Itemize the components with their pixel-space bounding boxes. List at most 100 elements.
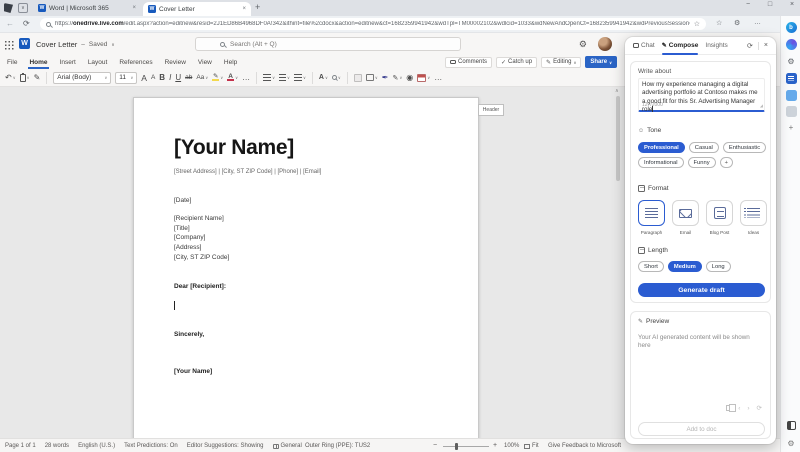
page-indicator[interactable]: Page 1 of 1 bbox=[5, 443, 36, 449]
next-draft-icon[interactable]: › bbox=[747, 405, 749, 412]
save-status[interactable]: Saved bbox=[89, 41, 107, 48]
close-icon[interactable]: × bbox=[132, 5, 136, 11]
search-input[interactable]: Search (Alt + Q) bbox=[195, 37, 461, 51]
word-count[interactable]: 28 words bbox=[45, 443, 69, 449]
undo-icon[interactable]: ↶ bbox=[5, 73, 12, 82]
strikethrough-icon[interactable]: ab bbox=[185, 74, 192, 81]
tab-compose[interactable]: ✎ Compose bbox=[661, 37, 698, 55]
fit-toggle[interactable]: Fit bbox=[524, 443, 539, 449]
tab-actions-icon[interactable]: ∨ bbox=[18, 3, 28, 13]
doc-contact-line[interactable]: [Street Address] | [City, ST ZIP Code] |… bbox=[174, 169, 321, 175]
tab-layout[interactable]: Layout bbox=[87, 56, 109, 69]
zoom-level[interactable]: 100% bbox=[504, 443, 519, 449]
doc-closing[interactable]: Sincerely, bbox=[174, 331, 204, 338]
format-painter-icon[interactable]: ✎ bbox=[34, 73, 41, 82]
doc-recipient-block[interactable]: [Recipient Name] [Title] [Company] [Addr… bbox=[174, 214, 229, 263]
tone-enthusiastic[interactable]: Enthusiastic bbox=[722, 142, 767, 153]
avatar[interactable] bbox=[598, 37, 612, 51]
browser-profile-icon[interactable] bbox=[4, 3, 13, 13]
tools-icon[interactable]: ⚙ bbox=[786, 56, 797, 67]
tone-informational[interactable]: Informational bbox=[638, 157, 684, 168]
editing-mode-button[interactable]: ✎ Editing ∨ bbox=[541, 56, 582, 68]
tone-casual[interactable]: Casual bbox=[688, 142, 719, 153]
back-icon[interactable]: ← bbox=[6, 19, 14, 28]
close-icon[interactable]: × bbox=[242, 6, 246, 12]
more-menu-icon[interactable]: … bbox=[754, 19, 761, 26]
copilot-icon[interactable] bbox=[785, 39, 797, 50]
drop-icon[interactable] bbox=[785, 106, 797, 117]
browser-essentials-icon[interactable]: ⚙ bbox=[734, 19, 740, 27]
font-name-select[interactable]: Arial (Body) ∨ bbox=[53, 71, 112, 84]
add-tone-button[interactable]: + bbox=[719, 157, 734, 168]
app-launcher-icon[interactable] bbox=[4, 40, 14, 50]
styles-icon[interactable]: A bbox=[319, 74, 324, 81]
font-size-select[interactable]: 11 ∨ bbox=[115, 71, 138, 84]
write-about-input[interactable]: How my experience managing a digital adv… bbox=[638, 78, 765, 113]
zoom-out-icon[interactable]: − bbox=[433, 442, 437, 449]
scroll-up-icon[interactable]: ∧ bbox=[615, 88, 619, 94]
align-icon[interactable] bbox=[293, 74, 302, 81]
regenerate-icon[interactable]: ⟳ bbox=[757, 404, 762, 412]
zoom-in-icon[interactable]: + bbox=[493, 442, 497, 449]
length-long[interactable]: Long bbox=[705, 261, 731, 272]
format-paragraph-tile[interactable] bbox=[638, 200, 665, 226]
transform-table-icon[interactable] bbox=[417, 73, 427, 82]
format-blogpost-tile[interactable] bbox=[706, 200, 733, 226]
tab-view[interactable]: View bbox=[197, 56, 213, 69]
draw-icon[interactable]: ✒ bbox=[382, 73, 389, 82]
add-to-doc-button[interactable]: Add to doc bbox=[638, 422, 765, 436]
resize-handle-icon[interactable]: ◢ bbox=[760, 102, 763, 110]
split-screen-icon[interactable] bbox=[786, 420, 797, 431]
paste-icon[interactable] bbox=[19, 72, 26, 82]
microsoft-365-icon[interactable] bbox=[785, 73, 797, 84]
bing-icon[interactable]: b bbox=[785, 22, 797, 33]
collections-icon[interactable]: ☆ bbox=[716, 19, 722, 27]
catch-up-button[interactable]: ✓ Catch up bbox=[496, 56, 538, 68]
doc-signature[interactable]: [Your Name] bbox=[174, 368, 212, 375]
italic-icon[interactable]: I bbox=[169, 73, 171, 82]
copy-icon[interactable] bbox=[726, 403, 736, 412]
browser-tab-word-home[interactable]: W Word | Microsoft 365 × bbox=[33, 0, 141, 16]
doc-name-heading[interactable]: [Your Name] bbox=[174, 136, 294, 160]
length-short[interactable]: Short bbox=[638, 261, 664, 272]
sensitivity-label[interactable]: General bbox=[272, 443, 302, 449]
shrink-font-icon[interactable]: A bbox=[151, 74, 155, 81]
scrollbar-thumb[interactable] bbox=[616, 96, 620, 181]
tone-professional[interactable]: Professional bbox=[638, 142, 685, 153]
document-title[interactable]: Cover Letter bbox=[36, 40, 77, 49]
settings-gear-icon[interactable]: ⚙ bbox=[579, 39, 587, 50]
tab-help[interactable]: Help bbox=[223, 56, 238, 69]
language-indicator[interactable]: English (U.S.) bbox=[78, 443, 115, 449]
doc-date-line[interactable]: [Date] bbox=[174, 197, 191, 204]
more-font-options-icon[interactable]: … bbox=[242, 73, 250, 82]
tab-chat[interactable]: Chat bbox=[633, 37, 655, 55]
text-predictions-toggle[interactable]: Text Predictions: On bbox=[124, 443, 178, 449]
close-icon[interactable]: × bbox=[764, 42, 768, 49]
tone-funny[interactable]: Funny bbox=[687, 157, 716, 168]
tab-references[interactable]: References bbox=[118, 56, 153, 69]
doc-line[interactable]: [Address] bbox=[174, 243, 229, 253]
word-logo-icon[interactable]: W bbox=[19, 38, 30, 49]
doc-line[interactable]: [Company] bbox=[174, 233, 229, 243]
bold-icon[interactable]: B bbox=[159, 73, 165, 82]
zoom-slider-thumb[interactable] bbox=[455, 442, 458, 450]
editor-suggestions-toggle[interactable]: Editor Suggestions: Showing bbox=[187, 443, 264, 449]
previous-draft-icon[interactable]: ‹ bbox=[738, 405, 740, 412]
header-tag[interactable]: Header bbox=[478, 104, 504, 116]
bullet-list-icon[interactable] bbox=[263, 74, 272, 81]
share-button[interactable]: Share ∨ bbox=[585, 56, 617, 68]
document-page[interactable]: [Your Name] [Street Address] | [City, ST… bbox=[133, 97, 479, 438]
reuse-files-icon[interactable] bbox=[353, 73, 362, 82]
tab-home[interactable]: Home bbox=[28, 56, 48, 69]
favorite-star-icon[interactable]: ☆ bbox=[694, 20, 700, 28]
add-to-sidebar-icon[interactable]: + bbox=[786, 122, 797, 133]
url-field[interactable]: https://onedrive.live.com/edit.aspx?acti… bbox=[40, 18, 706, 30]
tab-review[interactable]: Review bbox=[164, 56, 187, 69]
format-email-tile[interactable] bbox=[672, 200, 699, 226]
refresh-icon[interactable]: ⟳ bbox=[747, 42, 753, 50]
underline-icon[interactable]: U bbox=[175, 73, 181, 82]
tab-insert[interactable]: Insert bbox=[59, 56, 77, 69]
doc-salutation[interactable]: Dear [Recipient]: bbox=[174, 283, 226, 290]
format-ideas-tile[interactable] bbox=[740, 200, 767, 226]
tab-insights[interactable]: Insights bbox=[705, 37, 727, 55]
